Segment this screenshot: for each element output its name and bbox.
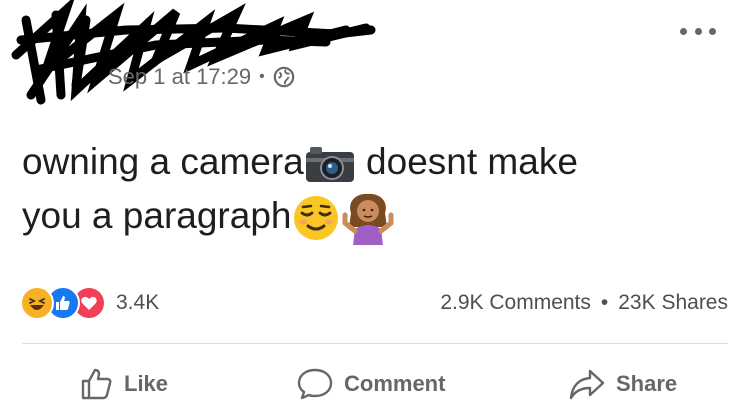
divider [22,343,728,344]
relieved-face-emoji [294,196,339,241]
haha-reaction-icon [20,286,54,320]
like-button[interactable]: Like [80,362,168,406]
meta-separator: • [259,68,265,85]
post-text-part-1: owning a camera [22,141,304,182]
thumbs-up-icon [81,368,112,400]
comments-count-link[interactable]: 2.9K Comments [440,291,591,315]
more-options-icon[interactable] [680,22,716,40]
post-text: owning a camera doesnt make you a paragr… [22,135,722,246]
share-button[interactable]: Share [568,362,677,406]
share-button-label: Share [616,371,678,396]
reaction-count: 3.4K [116,291,160,314]
redacted-author-name [11,0,376,105]
share-arrow-icon [569,369,605,400]
comment-button[interactable]: Comment [296,362,445,406]
speech-bubble-icon [297,368,333,400]
post-meta: Sep 1 at 17:29 • [108,62,295,92]
facebook-post: Sep 1 at 17:29 • owning a camera doesnt … [0,0,750,418]
action-bar: Like Comment Share [0,362,750,406]
globe-icon[interactable] [273,66,295,88]
post-timestamp[interactable]: Sep 1 at 17:29 [108,64,251,90]
like-button-label: Like [124,371,169,396]
camera-emoji [305,147,354,183]
post-text-part-2: doesnt make [366,141,578,182]
stats-separator: • [600,291,609,314]
post-text-part-3: you a paragraph [22,195,292,236]
engagement-stats: 2.9K Comments • 23K Shares [440,290,728,316]
shares-count-link[interactable]: 23K Shares [618,291,728,315]
reactions-summary[interactable]: 3.4K [20,286,159,320]
person-shrugging-emoji [342,194,394,246]
comment-button-label: Comment [344,371,446,396]
